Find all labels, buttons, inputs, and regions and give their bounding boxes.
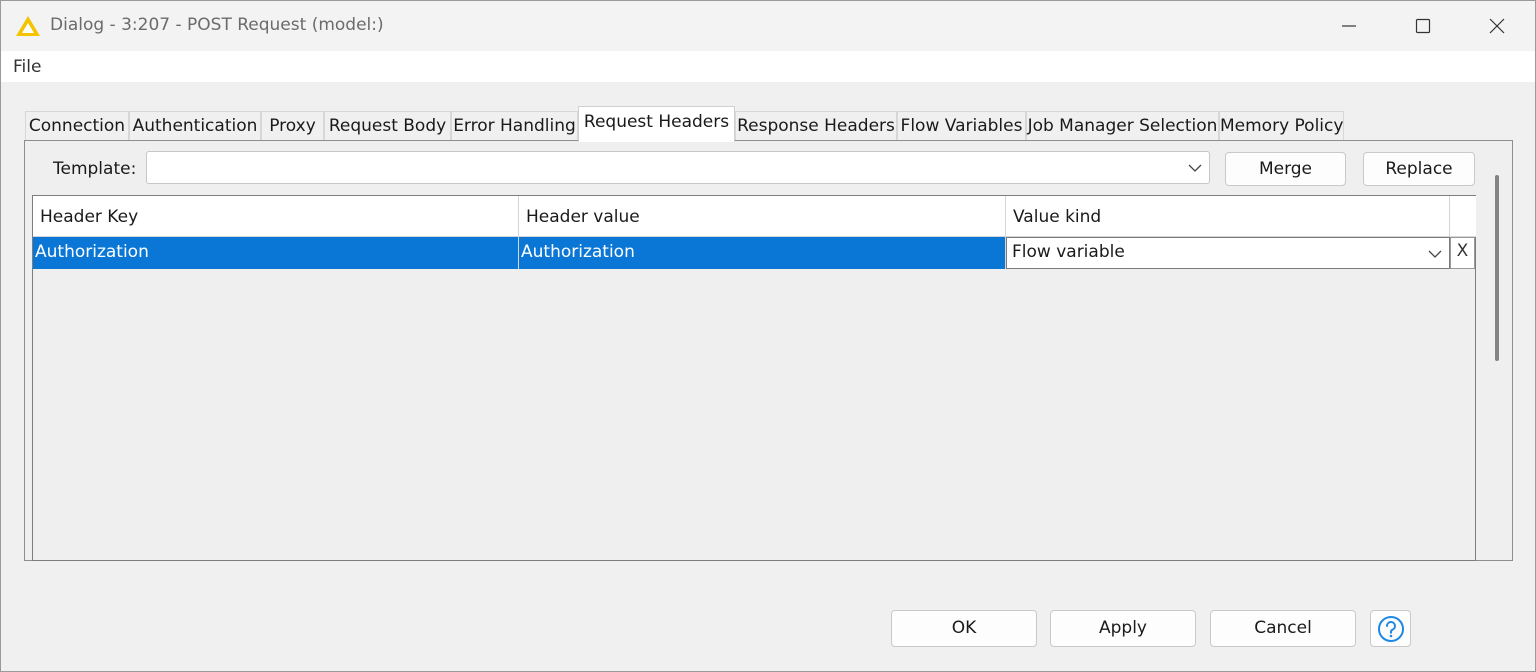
header-key-cell[interactable]: Authorization (33, 237, 519, 269)
merge-button[interactable]: Merge (1225, 152, 1346, 186)
tab-memory-policy[interactable]: Memory Policy (1219, 111, 1344, 141)
maximize-icon (1415, 18, 1431, 34)
tab-error-handling[interactable]: Error Handling (451, 111, 578, 141)
table-row[interactable]: Authorization Authorization Flow variabl… (33, 237, 1476, 269)
remove-row-button[interactable]: X (1450, 237, 1475, 269)
replace-button[interactable]: Replace (1363, 152, 1475, 186)
minimize-icon (1342, 25, 1356, 27)
headers-table: Header Key Header value Value kind Autho… (32, 195, 1476, 561)
help-question-icon (1377, 615, 1404, 642)
cancel-button[interactable]: Cancel (1210, 610, 1356, 647)
header-value-cell[interactable]: Authorization (519, 237, 1006, 269)
column-value-kind[interactable]: Value kind (1006, 196, 1450, 237)
tab-request-body[interactable]: Request Body (324, 111, 451, 141)
dialog-window: Dialog - 3:207 - POST Request (model:) F… (0, 0, 1536, 672)
window-title: Dialog - 3:207 - POST Request (model:) (50, 15, 384, 35)
tab-response-headers[interactable]: Response Headers (735, 111, 897, 141)
menu-bar: File (1, 51, 1535, 82)
scrollbar-thumb[interactable] (1495, 175, 1499, 361)
value-kind-text: Flow variable (1012, 242, 1125, 262)
value-kind-dropdown[interactable]: Flow variable (1006, 237, 1450, 269)
close-button[interactable] (1459, 1, 1535, 51)
tab-request-headers[interactable]: Request Headers (578, 106, 735, 142)
template-dropdown[interactable] (146, 151, 1210, 184)
minimize-button[interactable] (1311, 1, 1387, 51)
tab-flow-variables[interactable]: Flow Variables (897, 111, 1026, 141)
table-header: Header Key Header value Value kind (33, 196, 1476, 237)
column-header-key[interactable]: Header Key (33, 196, 519, 237)
vertical-scrollbar[interactable] (1486, 147, 1508, 559)
help-button[interactable] (1370, 610, 1411, 647)
chevron-down-icon (1428, 250, 1442, 258)
close-icon (1489, 18, 1505, 34)
tab-proxy[interactable]: Proxy (261, 111, 324, 141)
template-label: Template: (53, 159, 137, 179)
title-bar[interactable]: Dialog - 3:207 - POST Request (model:) (1, 1, 1535, 51)
tab-authentication[interactable]: Authentication (129, 111, 261, 141)
column-header-value[interactable]: Header value (519, 196, 1006, 237)
tab-job-manager-selection[interactable]: Job Manager Selection (1026, 111, 1219, 141)
menu-file[interactable]: File (13, 57, 41, 77)
apply-button[interactable]: Apply (1050, 610, 1196, 647)
warning-triangle-icon (16, 16, 40, 36)
maximize-button[interactable] (1385, 1, 1461, 51)
chevron-down-icon (1188, 164, 1202, 172)
ok-button[interactable]: OK (891, 610, 1037, 647)
tab-connection[interactable]: Connection (25, 111, 129, 141)
